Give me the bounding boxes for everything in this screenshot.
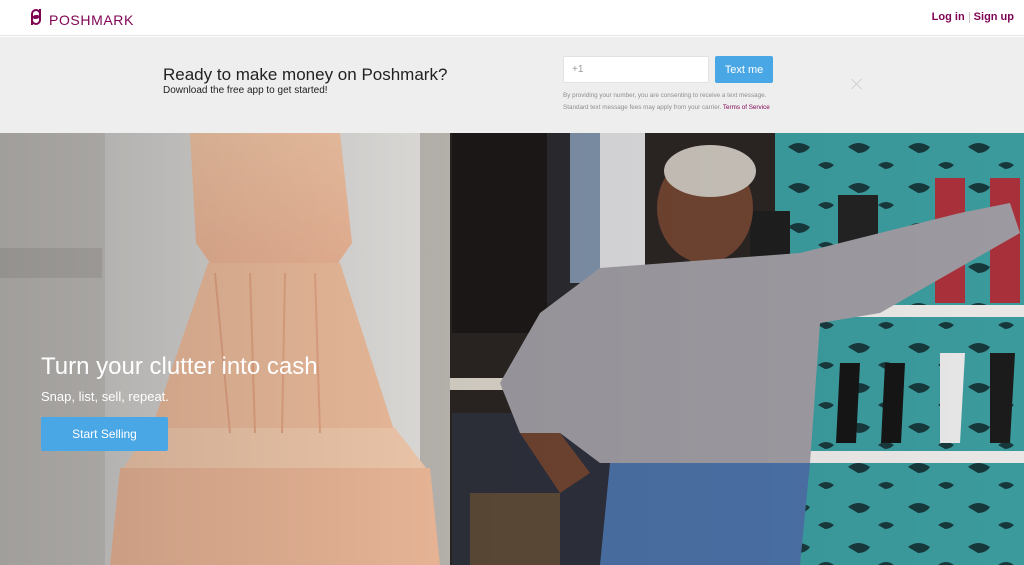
hero-image <box>0 133 1024 565</box>
hero-section: Turn your clutter into cash Snap, list, … <box>0 133 1024 565</box>
auth-links: Log in Sign up <box>932 11 1014 23</box>
disclaimer-line-2: Standard text message fees may apply fro… <box>563 102 843 114</box>
banner-title: Ready to make money on Poshmark? <box>163 65 448 84</box>
text-me-button[interactable]: Text me <box>715 56 773 83</box>
sms-disclaimer: By providing your number, you are consen… <box>563 90 843 114</box>
top-header: POSHMARK Log in Sign up <box>0 0 1024 36</box>
terms-of-service-link[interactable]: Terms of Service <box>723 104 770 111</box>
login-link[interactable]: Log in <box>932 11 965 23</box>
hero-title: Turn your clutter into cash <box>41 353 318 380</box>
poshmark-logo[interactable]: POSHMARK <box>28 8 134 31</box>
close-icon[interactable] <box>850 77 864 91</box>
start-selling-button[interactable]: Start Selling <box>41 417 168 451</box>
signup-link[interactable]: Sign up <box>974 11 1014 23</box>
poshmark-logo-icon <box>28 8 44 31</box>
disclaimer-line-1: By providing your number, you are consen… <box>563 92 767 99</box>
app-download-banner: Ready to make money on Poshmark? Downloa… <box>0 37 1024 133</box>
banner-subtitle: Download the free app to get started! <box>163 85 328 96</box>
disclaimer-line-2-text: Standard text message fees may apply fro… <box>563 104 722 111</box>
hero-subtitle: Snap, list, sell, repeat. <box>41 389 169 404</box>
phone-number-input[interactable] <box>563 56 709 83</box>
auth-divider <box>968 11 970 23</box>
logo-wordmark: POSHMARK <box>49 11 134 28</box>
